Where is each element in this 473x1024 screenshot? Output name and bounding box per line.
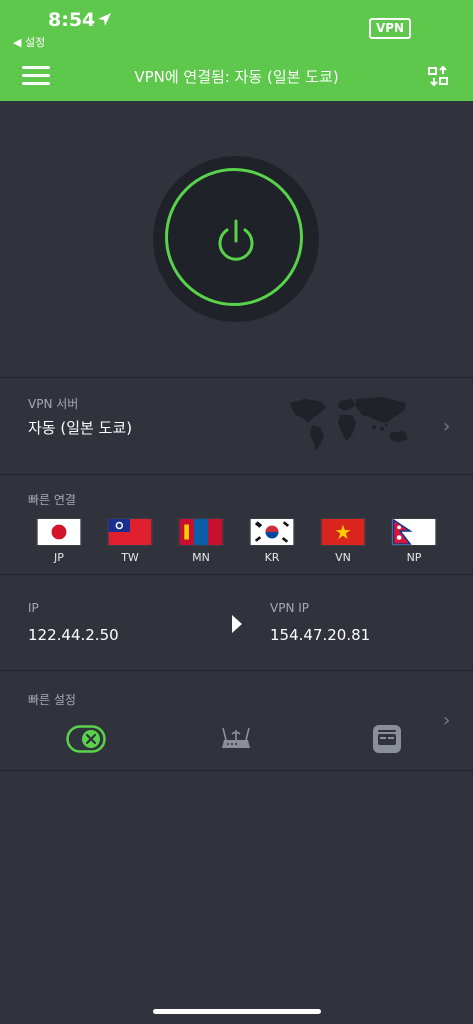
page-title: VPN에 연결됨: 자동 (일본 도쿄): [134, 68, 339, 86]
chevron-right-icon[interactable]: ›: [443, 710, 450, 731]
divider: [0, 474, 473, 475]
kill-switch-toggle-icon[interactable]: [66, 725, 106, 753]
ad-block-icon[interactable]: [372, 724, 402, 754]
vpn-ip-value: 154.47.20.81: [270, 626, 371, 644]
vpn-status-badge: VPN: [369, 18, 411, 39]
quick-connect-tw[interactable]: TW: [107, 518, 153, 564]
quick-connect-vn[interactable]: VN: [320, 518, 366, 564]
vpn-server-value: 자동 (일본 도쿄): [28, 419, 133, 437]
back-to-settings-link[interactable]: ◀ 설정: [13, 34, 45, 50]
country-code: JP: [54, 551, 64, 564]
location-arrow-icon: [98, 13, 111, 26]
home-indicator: [153, 1009, 321, 1014]
quick-connect-jp[interactable]: JP: [36, 518, 82, 564]
country-code: NP: [406, 551, 422, 564]
chevron-right-icon: ›: [443, 416, 451, 437]
nepal-flag-icon: [391, 518, 437, 546]
quick-connect-kr[interactable]: KR: [249, 518, 295, 564]
vpn-server-label: VPN 서버: [28, 397, 79, 411]
server-switch-icon[interactable]: [426, 64, 450, 88]
divider: [0, 670, 473, 671]
divider: [0, 770, 473, 771]
korea-flag-icon: [249, 518, 295, 546]
country-code: VN: [335, 551, 351, 564]
divider: [0, 574, 473, 575]
ip-value: 122.44.2.50: [28, 626, 119, 644]
quick-connect-label: 빠른 연결: [28, 493, 76, 507]
country-code: TW: [121, 551, 139, 564]
power-icon[interactable]: [214, 217, 258, 263]
arrow-right-icon: [232, 615, 242, 633]
japan-flag-icon: [36, 518, 82, 546]
country-code: MN: [192, 551, 210, 564]
country-code: KR: [264, 551, 280, 564]
vpn-ip-label: VPN IP: [270, 601, 310, 615]
taiwan-flag-icon: [107, 518, 153, 546]
world-map-icon: [290, 397, 408, 451]
header-bar: 8:54 ◀ 설정 VPN VPN에 연결됨: 자동 (일본 도쿄): [0, 0, 473, 101]
quick-connect-np[interactable]: NP: [391, 518, 437, 564]
status-time: 8:54: [48, 9, 96, 31]
quick-settings-label: 빠른 설정: [28, 693, 76, 707]
ip-label: IP: [28, 601, 39, 615]
quick-connect-mn[interactable]: MN: [178, 518, 224, 564]
mongolia-flag-icon: [178, 518, 224, 546]
vietnam-flag-icon: [320, 518, 366, 546]
router-icon[interactable]: [220, 722, 252, 754]
